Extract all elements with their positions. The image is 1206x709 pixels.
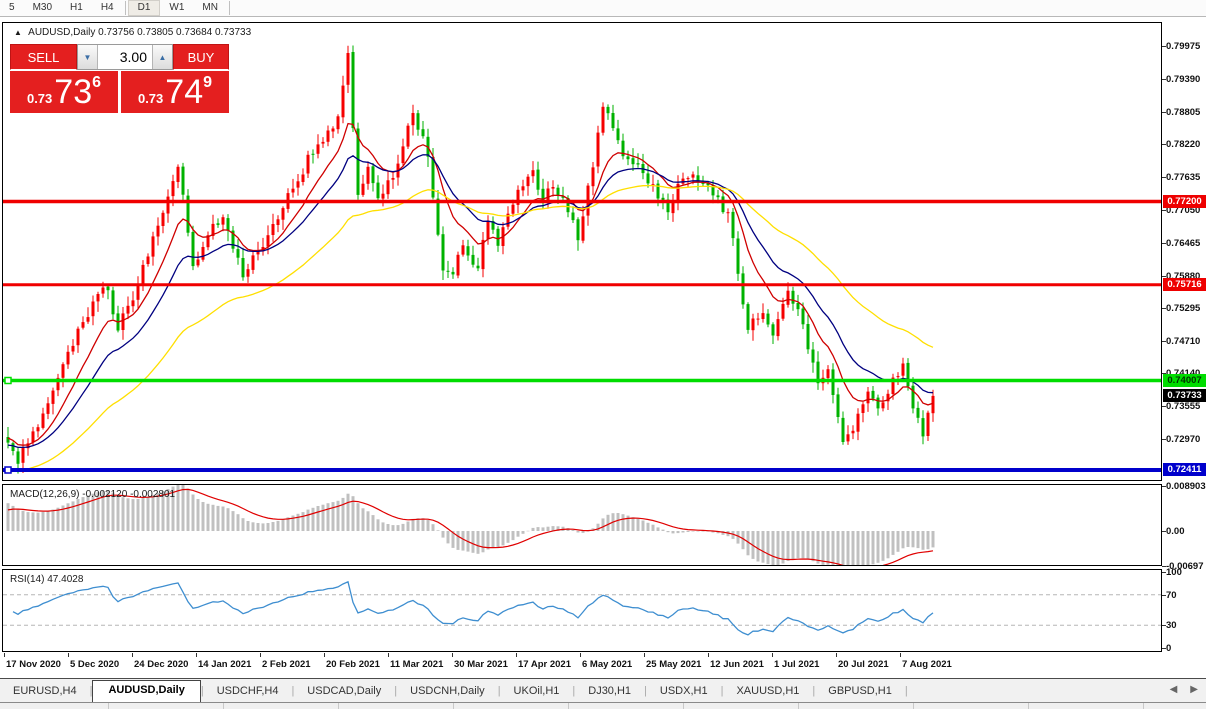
volume-spinner: ▼ 3.00 ▲ <box>77 44 173 70</box>
level-price-badge: 0.75716 <box>1163 278 1206 292</box>
level-price-badge: 0.72411 <box>1163 463 1206 477</box>
rsi-layer <box>3 580 1161 636</box>
sell-price-prefix: 0.73 <box>26 91 53 106</box>
chart-symbol: AUDUSD,Daily <box>28 27 96 38</box>
collapse-triangle-icon[interactable]: ▲ <box>14 28 22 37</box>
buy-price-big: 74 <box>165 73 204 111</box>
ohlc-close: 0.73733 <box>214 27 252 38</box>
ohlc-high: 0.73805 <box>137 27 174 38</box>
ohlc-low: 0.73684 <box>176 27 213 38</box>
current-price-badge: 0.73733 <box>1163 389 1206 403</box>
sell-price-display[interactable]: 0.73 73 6 <box>10 71 118 113</box>
volume-increase-button[interactable]: ▲ <box>152 45 172 69</box>
buy-price-pip: 9 <box>203 74 213 91</box>
volume-input[interactable]: 3.00 <box>98 45 152 69</box>
sell-price-big: 73 <box>54 73 93 111</box>
ohlc-open: 0.73756 <box>98 27 135 38</box>
level-price-badge: 0.74007 <box>1163 374 1206 388</box>
macd-indicator-label: MACD(12,26,9) -0.002120 -0.002801 <box>10 489 176 500</box>
one-click-trading-panel: SELL ▼ 3.00 ▲ BUY 0.73 73 6 0.73 74 9 <box>10 44 229 113</box>
sell-button[interactable]: SELL <box>10 44 77 70</box>
volume-decrease-button[interactable]: ▼ <box>78 45 98 69</box>
buy-price-display[interactable]: 0.73 74 9 <box>121 71 229 113</box>
chart-title: ▲ AUDUSD,Daily 0.73756 0.73805 0.73684 0… <box>14 27 251 38</box>
buy-button[interactable]: BUY <box>173 44 229 70</box>
sell-price-pip: 6 <box>92 74 102 91</box>
buy-price-prefix: 0.73 <box>137 91 164 106</box>
rsi-indicator-label: RSI(14) 47.4028 <box>10 574 84 585</box>
level-price-badge: 0.77200 <box>1163 195 1206 209</box>
